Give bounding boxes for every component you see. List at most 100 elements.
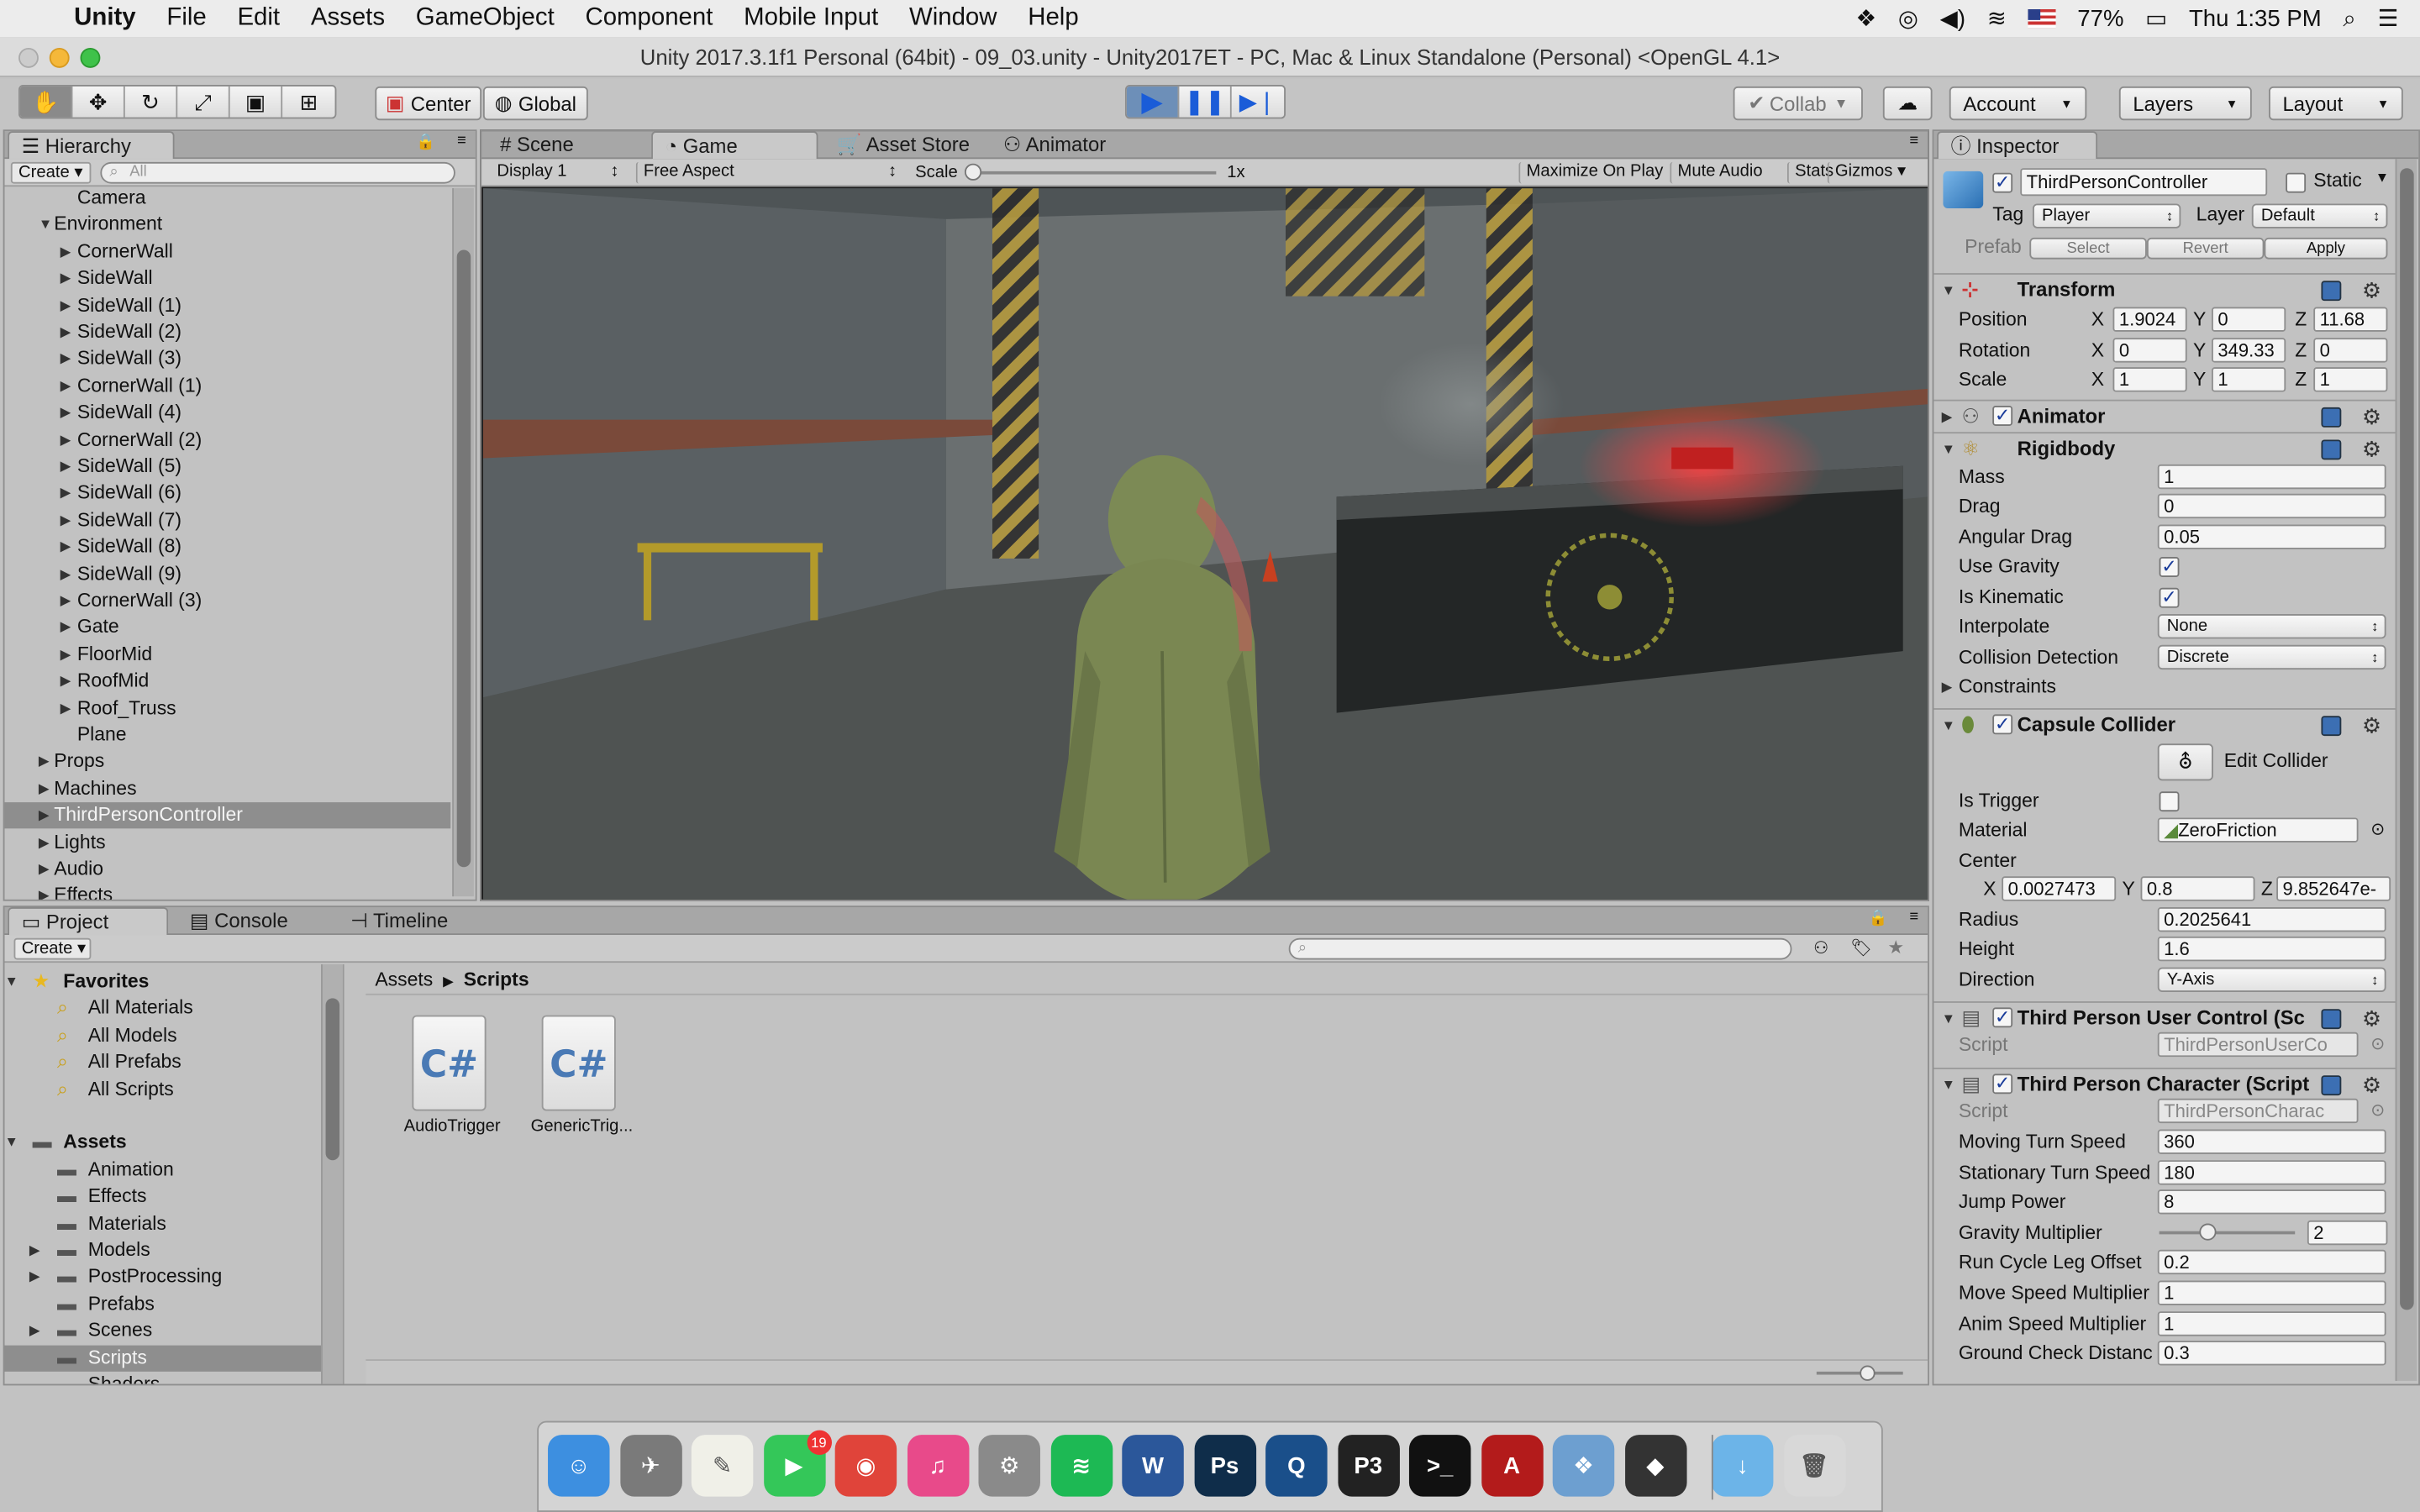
foldout-open-icon[interactable]: ▼ xyxy=(5,1130,18,1156)
direction-dropdown[interactable]: Y-Axis xyxy=(2157,967,2386,993)
static-checkbox[interactable] xyxy=(2286,172,2307,193)
foldout-closed-icon[interactable]: ▶ xyxy=(39,883,50,900)
move-tool-icon[interactable]: ✥ xyxy=(72,86,125,118)
lock-icon[interactable]: 🔒 xyxy=(1868,911,1887,927)
asset-folder[interactable]: ▶ ▬ Scenes xyxy=(5,1318,322,1344)
aspect-dropdown[interactable]: Free Aspect ↕ xyxy=(635,161,902,184)
favorite-item[interactable]: ⌕ All Materials xyxy=(5,995,322,1021)
icon-size-slider[interactable] xyxy=(1816,1365,1903,1381)
hierarchy-item[interactable]: ▶ Audio xyxy=(5,856,451,882)
asset-folder[interactable]: ▶ ▬ PostProcessing xyxy=(5,1264,322,1290)
foldout-closed-icon[interactable]: ▶ xyxy=(29,1237,40,1263)
play-icon[interactable]: ▶ xyxy=(1126,87,1180,118)
foldout-closed-icon[interactable]: ▶ xyxy=(60,534,71,560)
transform-position-y-field[interactable]: 0 xyxy=(2212,307,2286,332)
drag-field[interactable]: 0 xyxy=(2157,493,2386,519)
foldout-closed-icon[interactable]: ▶ xyxy=(60,319,71,345)
favorite-item[interactable]: ⌕ All Scripts xyxy=(5,1076,322,1102)
center-x-field[interactable]: 0.0027473 xyxy=(2002,876,2117,901)
foldout-closed-icon[interactable]: ▶ xyxy=(60,239,71,265)
gear-icon[interactable]: ⚙ xyxy=(2362,402,2381,433)
rect-tool-icon[interactable]: ▣ xyxy=(230,86,283,118)
photoshop-icon[interactable]: Ps xyxy=(1193,1435,1256,1497)
character-value-field[interactable]: 360 xyxy=(2157,1129,2386,1154)
foldout-closed-icon[interactable]: ▶ xyxy=(39,749,50,775)
hierarchy-item[interactable]: ▶ SideWall (4) xyxy=(5,400,451,426)
edit-collider-button[interactable]: ⛢ xyxy=(2157,743,2213,781)
foldout-open-icon[interactable]: ▼ xyxy=(39,212,52,238)
menu-edit[interactable]: Edit xyxy=(237,5,280,33)
help-book-icon[interactable] xyxy=(2321,439,2342,460)
foldout-closed-icon[interactable]: ▶ xyxy=(60,373,71,399)
foldout-closed-icon[interactable]: ▶ xyxy=(60,669,71,695)
menu-help[interactable]: Help xyxy=(1028,5,1078,33)
character-value-field[interactable]: 1 xyxy=(2157,1280,2386,1305)
favorites-section[interactable]: ▼ ★ Favorites xyxy=(5,969,322,995)
mute-audio-toggle[interactable]: Mute Audio xyxy=(1670,161,1769,184)
help-book-icon[interactable] xyxy=(2321,281,2342,302)
capsule-enabled-checkbox[interactable]: ✓ xyxy=(1992,714,2013,735)
tab-inspector[interactable]: ⓘ Inspector xyxy=(1937,131,2098,160)
favorite-item[interactable]: ⌕ All Prefabs xyxy=(5,1049,322,1075)
layout-dropdown[interactable]: Layout ▼ xyxy=(2269,86,2403,121)
scale-tool-icon[interactable]: ⤢ xyxy=(177,86,230,118)
rigidbody-header[interactable]: ▼ ⚛ Rigidbody ⚙ xyxy=(1933,432,2397,465)
center-y-field[interactable]: 0.8 xyxy=(2140,876,2255,901)
hierarchy-item[interactable]: ▶ FloorMid xyxy=(5,642,451,668)
maximize-on-play-toggle[interactable]: Maximize On Play xyxy=(1518,161,1669,184)
transform-rotation-x-field[interactable]: 0 xyxy=(2112,337,2187,362)
foldout-closed-icon[interactable]: ▶ xyxy=(60,454,71,480)
account-dropdown[interactable]: Account ▼ xyxy=(1949,86,2087,121)
hierarchy-item[interactable]: ▶ CornerWall (1) xyxy=(5,373,451,399)
hierarchy-item[interactable]: Camera xyxy=(5,188,451,212)
slider-knob[interactable] xyxy=(2199,1223,2217,1241)
collision-detection-dropdown[interactable]: Discrete xyxy=(2157,644,2386,670)
app-menu[interactable]: Unity xyxy=(74,5,135,33)
transform-position-z-field[interactable]: 11.68 xyxy=(2313,307,2388,332)
capsule-collider-header[interactable]: ▼ ⬮ ✓ Capsule Collider ⚙ xyxy=(1933,708,2397,739)
rocket-icon[interactable]: ✈ xyxy=(619,1435,681,1497)
scroll-thumb[interactable] xyxy=(2400,168,2414,1310)
creative-cloud-icon[interactable]: ◎ xyxy=(1898,5,1918,32)
wifi-icon[interactable]: ≋ xyxy=(1987,5,2007,32)
menu-window[interactable]: Window xyxy=(909,5,997,33)
character-header[interactable]: ▼ ▤ ✓ Third Person Character (Script ⚙ xyxy=(1933,1068,2397,1099)
hierarchy-item[interactable]: ▶ SideWall (2) xyxy=(5,319,451,345)
character-enabled-checkbox[interactable]: ✓ xyxy=(1992,1074,2013,1095)
foldout-closed-icon[interactable]: ▶ xyxy=(60,561,71,587)
slider-knob[interactable] xyxy=(1860,1365,1876,1381)
breadcrumb-scripts[interactable]: Scripts xyxy=(464,969,529,990)
quicktime-icon[interactable]: Q xyxy=(1265,1435,1328,1497)
foldout-closed-icon[interactable]: ▶ xyxy=(39,802,50,828)
pause-icon[interactable]: ❚❚ xyxy=(1179,86,1232,118)
transform-rotation-z-field[interactable]: 0 xyxy=(2313,337,2388,362)
tab-game[interactable]: ◔ Game xyxy=(651,131,818,160)
hierarchy-item[interactable]: ▶ SideWall (9) xyxy=(5,561,451,587)
center-z-field[interactable]: 9.852647e- xyxy=(2276,876,2391,901)
tab-asset-store[interactable]: 🛒 Asset Store xyxy=(824,131,982,159)
game-viewport[interactable] xyxy=(482,188,1928,900)
breadcrumb-assets[interactable]: Assets xyxy=(375,969,433,990)
scale-slider[interactable] xyxy=(964,163,1217,181)
foldout-open-icon[interactable]: ▼ xyxy=(5,969,18,995)
asset-folder[interactable]: ▬ Shaders xyxy=(5,1372,322,1384)
material-field[interactable]: ◢ZeroFriction xyxy=(2157,817,2359,843)
system-preferences-icon[interactable]: ⚙ xyxy=(978,1435,1040,1497)
help-book-icon[interactable] xyxy=(2321,716,2342,737)
transform-scale-z-field[interactable]: 1 xyxy=(2313,367,2388,392)
foldout-closed-icon[interactable]: ▶ xyxy=(29,1264,40,1290)
battery-icon[interactable]: ▭ xyxy=(2145,5,2167,32)
slider-knob[interactable] xyxy=(964,163,982,181)
character-value-field[interactable]: 1 xyxy=(2157,1310,2386,1336)
layers-dropdown[interactable]: Layers ▼ xyxy=(2118,86,2252,121)
hierarchy-create-button[interactable]: Create ▾ xyxy=(10,161,92,184)
project-tree-scrollbar[interactable] xyxy=(321,963,343,1384)
radius-field[interactable]: 0.2025641 xyxy=(2157,907,2386,932)
hierarchy-item[interactable]: ▶ ThirdPersonController xyxy=(4,802,451,829)
gear-icon[interactable]: ⚙ xyxy=(2362,433,2381,465)
character-value-field[interactable]: 0.3 xyxy=(2157,1341,2386,1366)
foldout-closed-icon[interactable]: ▶ xyxy=(60,480,71,507)
hierarchy-item[interactable]: ▶ Roof_Truss xyxy=(5,696,451,722)
asset-folder[interactable]: ▬ Materials xyxy=(5,1210,322,1236)
interpolate-dropdown[interactable]: None xyxy=(2157,614,2386,639)
